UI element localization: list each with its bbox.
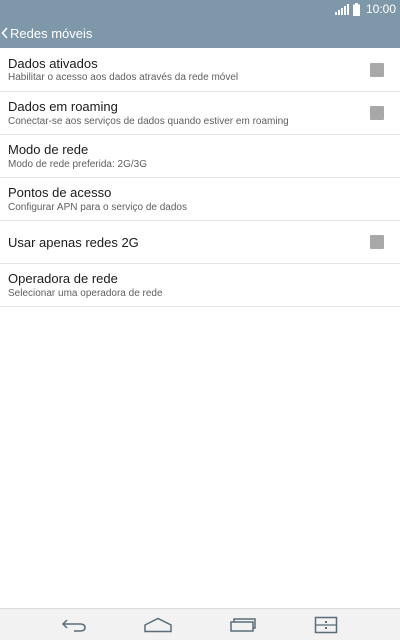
- setting-summary: Habilitar o acesso aos dados através da …: [8, 72, 239, 83]
- usar-apenas-redes-2g-checkbox[interactable]: [370, 235, 384, 249]
- back-button[interactable]: Redes móveis: [0, 18, 92, 48]
- navigation-bar: [0, 608, 400, 640]
- setting-summary: Configurar APN para o serviço de dados: [8, 202, 187, 213]
- signal-icon: [334, 3, 349, 15]
- setting-summary: Modo de rede preferida: 2G/3G: [8, 159, 147, 170]
- setting-title: Dados em roaming: [8, 99, 118, 114]
- nav-home-button[interactable]: [128, 609, 188, 640]
- setting-title: Usar apenas redes 2G: [8, 235, 139, 250]
- setting-modo-de-rede[interactable]: Modo de rede Modo de rede preferida: 2G/…: [0, 135, 400, 178]
- setting-pontos-de-acesso[interactable]: Pontos de acesso Configurar APN para o s…: [0, 178, 400, 221]
- recent-apps-icon: [230, 617, 256, 632]
- setting-dados-em-roaming[interactable]: Dados em roaming Conectar-se aos serviço…: [0, 92, 400, 135]
- app-bar: Redes móveis: [0, 18, 400, 48]
- status-time: 10:00: [365, 2, 396, 16]
- setting-summary: Selecionar uma operadora de rede: [8, 288, 163, 299]
- status-bar: 10:00: [0, 0, 400, 18]
- home-icon: [144, 617, 172, 632]
- battery-icon: [352, 2, 360, 16]
- setting-summary: Conectar-se aos serviços de dados quando…: [8, 116, 289, 127]
- setting-usar-apenas-redes-2g[interactable]: Usar apenas redes 2G: [0, 221, 400, 264]
- page-title: Redes móveis: [10, 25, 93, 41]
- setting-title: Dados ativados: [8, 56, 98, 71]
- setting-operadora-de-rede[interactable]: Operadora de rede Selecionar uma operado…: [0, 264, 400, 307]
- setting-title: Modo de rede: [8, 142, 89, 157]
- nav-recent-apps-button[interactable]: [213, 609, 273, 640]
- chevron-left-icon: [1, 27, 8, 39]
- nav-dual-window-button[interactable]: [296, 609, 356, 640]
- nav-back-button[interactable]: [44, 609, 104, 640]
- setting-dados-ativados[interactable]: Dados ativados Habilitar o acesso aos da…: [0, 48, 400, 92]
- status-icons: 10:00: [334, 1, 396, 17]
- settings-list: Dados ativados Habilitar o acesso aos da…: [0, 48, 400, 307]
- setting-title: Pontos de acesso: [8, 185, 112, 200]
- dados-ativados-checkbox[interactable]: [370, 63, 384, 77]
- setting-title: Operadora de rede: [8, 271, 118, 286]
- back-icon: [61, 618, 86, 632]
- dados-em-roaming-checkbox[interactable]: [370, 106, 384, 120]
- dual-window-icon: [314, 616, 338, 633]
